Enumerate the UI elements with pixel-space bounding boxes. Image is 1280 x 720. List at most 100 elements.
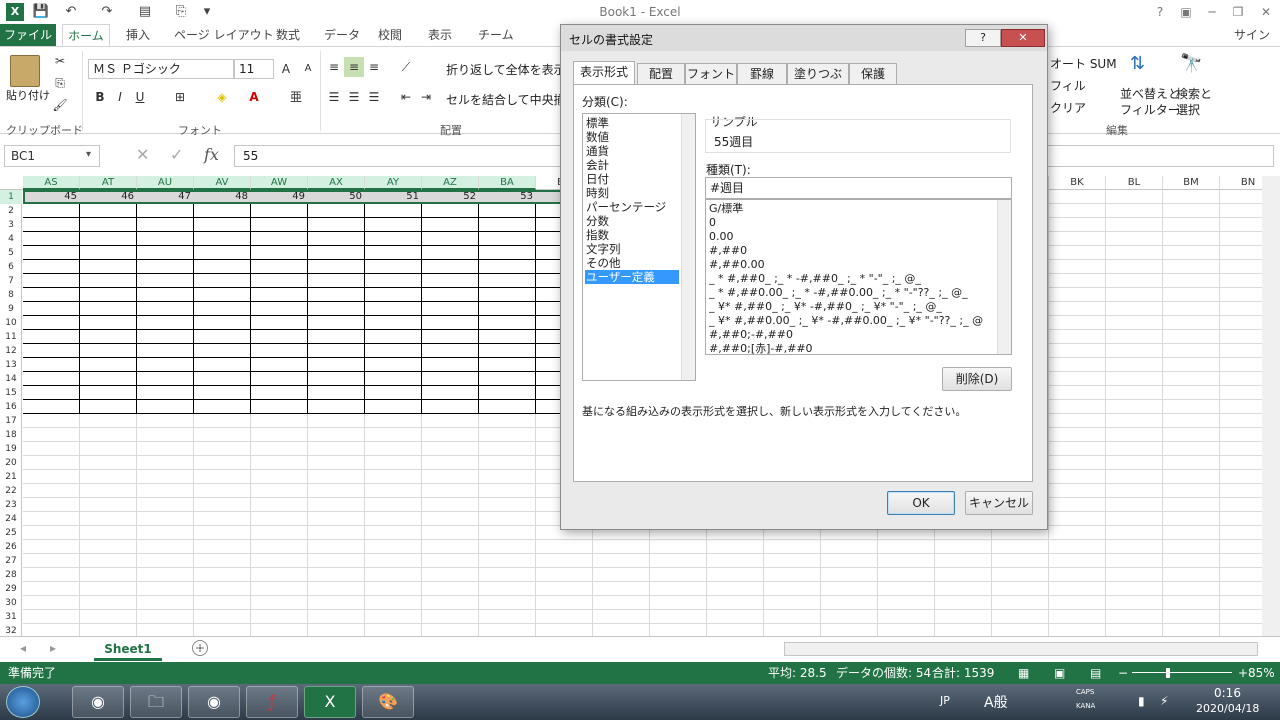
align-bottom-icon[interactable]: ≡ [364, 57, 384, 77]
insert-function-icon[interactable]: fx [204, 145, 219, 164]
bordered-range[interactable] [23, 190, 564, 414]
align-right-icon[interactable]: ☰ [364, 87, 384, 107]
tab-number[interactable]: 表示形式 [573, 61, 635, 85]
category-item[interactable]: ユーザー定義 [585, 270, 679, 284]
row-header[interactable]: 9 [0, 302, 22, 316]
cell-value[interactable]: 49 [251, 190, 308, 204]
tab-home[interactable]: ホーム [62, 24, 110, 46]
format-list[interactable]: G/標準 0 0.00 #,##0 #,##0.00 _ * #,##0_ ;_ * -#… [705, 199, 1012, 355]
format-item[interactable]: #,##0 [709, 244, 999, 258]
zoom-slider[interactable] [1132, 672, 1232, 673]
flash-icon[interactable]: ƒ [246, 686, 298, 718]
ime-mode[interactable]: A般 [984, 692, 1008, 712]
row-header[interactable]: 22 [0, 484, 22, 498]
format-item[interactable]: _ ¥* #,##0_ ;_ ¥* -#,##0_ ;_ ¥* "-"_ ;_ … [709, 300, 999, 314]
sort-filter-icon[interactable]: ⇅ [1130, 53, 1145, 74]
align-middle-icon[interactable]: ≡ [344, 57, 364, 77]
row-header[interactable]: 7 [0, 274, 22, 288]
row-header[interactable]: 3 [0, 218, 22, 232]
column-header[interactable]: AW [251, 176, 308, 190]
category-item[interactable]: パーセンテージ [585, 200, 679, 214]
delete-button[interactable]: 削除(D) [942, 367, 1012, 391]
tab-insert[interactable]: 挿入 [118, 24, 158, 46]
italic-icon[interactable]: I [110, 87, 130, 107]
tab-fill[interactable]: 塗りつぶし [787, 63, 849, 101]
row-header[interactable]: 21 [0, 470, 22, 484]
bold-icon[interactable]: B [90, 87, 110, 107]
zoom-out-icon[interactable]: − [1118, 662, 1128, 684]
column-header[interactable]: AT [80, 176, 137, 190]
category-item[interactable]: 通貨 [585, 144, 679, 158]
format-painter-icon[interactable]: 🖌 [50, 95, 70, 115]
clear-button[interactable]: クリア [1050, 99, 1086, 116]
increase-indent-icon[interactable]: ⇥ [416, 87, 436, 107]
format-scrollbar[interactable] [997, 200, 1011, 354]
type-input[interactable]: #週目 [705, 177, 1012, 199]
column-header[interactable]: BM [1163, 176, 1220, 190]
category-item[interactable]: 会計 [585, 158, 679, 172]
vertical-scrollbar[interactable] [1262, 176, 1280, 636]
page-layout-view-icon[interactable]: ▣ [1054, 662, 1065, 684]
ime-language[interactable]: JP [940, 694, 950, 707]
dialog-close-icon[interactable]: ✕ [1001, 29, 1045, 47]
tab-review[interactable]: 校閲 [370, 24, 410, 46]
power-icon[interactable]: ⚡ [1160, 694, 1168, 708]
cell-value[interactable]: 50 [308, 190, 365, 204]
paste-button-label[interactable]: 貼り付け [6, 87, 50, 103]
find-select-icon[interactable]: 🔭 [1180, 53, 1202, 74]
row-header[interactable]: 15 [0, 386, 22, 400]
category-item[interactable]: 文字列 [585, 242, 679, 256]
horizontal-scrollbar[interactable] [784, 642, 1258, 656]
row-header[interactable]: 29 [0, 582, 22, 596]
autosum-button[interactable]: オート SUM [1050, 55, 1117, 72]
column-header[interactable]: AX [308, 176, 365, 190]
confirm-entry-icon[interactable]: ✓ [170, 145, 183, 164]
tab-view[interactable]: 表示 [420, 24, 460, 46]
category-item[interactable]: 指数 [585, 228, 679, 242]
column-header[interactable]: AU [137, 176, 194, 190]
column-header[interactable]: AV [194, 176, 251, 190]
restore-icon[interactable]: ❐ [1224, 2, 1252, 22]
row-header[interactable]: 11 [0, 330, 22, 344]
sheet-tab-sheet1[interactable]: Sheet1 [94, 637, 162, 661]
prev-sheet-icon[interactable]: ◂ [20, 641, 26, 655]
category-item[interactable]: 時刻 [585, 186, 679, 200]
align-center-icon[interactable]: ☰ [344, 87, 364, 107]
format-item[interactable]: _ * #,##0_ ;_ * -#,##0_ ;_ * "-"_ ;_ @_ [709, 272, 999, 286]
row-header[interactable]: 20 [0, 456, 22, 470]
tab-font[interactable]: フォント [685, 63, 737, 85]
underline-icon[interactable]: U [130, 87, 150, 107]
cell-value[interactable]: 53 [479, 190, 536, 204]
column-header[interactable]: BK [1049, 176, 1106, 190]
row-header[interactable]: 24 [0, 512, 22, 526]
close-icon[interactable]: ✕ [1252, 2, 1280, 22]
next-sheet-icon[interactable]: ▸ [50, 641, 56, 655]
category-scrollbar[interactable] [681, 114, 695, 380]
tab-data[interactable]: データ [316, 24, 368, 46]
row-header[interactable]: 12 [0, 344, 22, 358]
cell-value[interactable]: 47 [137, 190, 194, 204]
row-header[interactable]: 26 [0, 540, 22, 554]
row-header[interactable]: 28 [0, 568, 22, 582]
tab-border[interactable]: 罫線 [737, 63, 787, 85]
row-header[interactable]: 8 [0, 288, 22, 302]
tab-file[interactable]: ファイル [0, 24, 56, 46]
sort-filter-label2[interactable]: フィルター [1120, 101, 1180, 118]
wrap-text-button[interactable]: 折り返して全体を表示 [446, 61, 566, 78]
cell-value[interactable]: 48 [194, 190, 251, 204]
name-box-dropdown-icon[interactable]: ▾ [86, 149, 91, 160]
zoom-slider-thumb[interactable] [1166, 668, 1170, 678]
row-header[interactable]: 18 [0, 428, 22, 442]
column-header[interactable]: AS [23, 176, 80, 190]
merge-center-button[interactable]: セルを結合して中央揃え [446, 91, 578, 108]
ok-button[interactable]: OK [887, 491, 955, 515]
format-item[interactable]: #,##0.00 [709, 258, 999, 272]
grow-font-icon[interactable]: A [276, 59, 296, 79]
format-item[interactable]: 0.00 [709, 230, 999, 244]
row-header[interactable]: 5 [0, 246, 22, 260]
row-header[interactable]: 25 [0, 526, 22, 540]
format-item[interactable]: G/標準 [709, 202, 999, 216]
minimize-icon[interactable]: ─ [1198, 2, 1226, 22]
fill-color-icon[interactable]: ◈ [212, 87, 232, 107]
category-item[interactable]: 数値 [585, 130, 679, 144]
